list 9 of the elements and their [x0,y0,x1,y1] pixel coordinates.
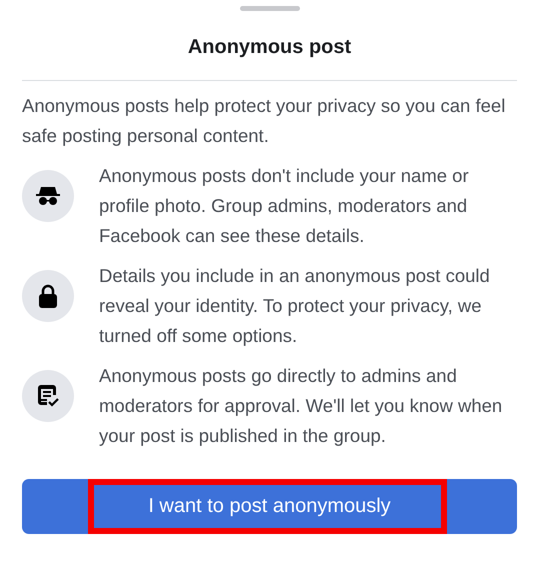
lock-icon [38,284,58,308]
checklist-icon [36,385,60,407]
incognito-icon [36,186,60,206]
drag-handle[interactable] [240,6,300,11]
info-text: Details you include in an anonymous post could reveal your identity. To protect your privacy, we turned off some options. [99,264,491,348]
sheet-title: Anonymous post [22,11,517,81]
intro-text: Anonymous posts help protect your privacy so you can feel safe posting personal content. [22,94,506,148]
info-text: Anonymous posts don't include your name or profile photo. Group admins, moderators and Facebook can see these details. [99,164,470,248]
info-text: Anonymous posts go directly to admins and moderators for approval. We'll let you know when your post is published in the group. [99,364,504,448]
